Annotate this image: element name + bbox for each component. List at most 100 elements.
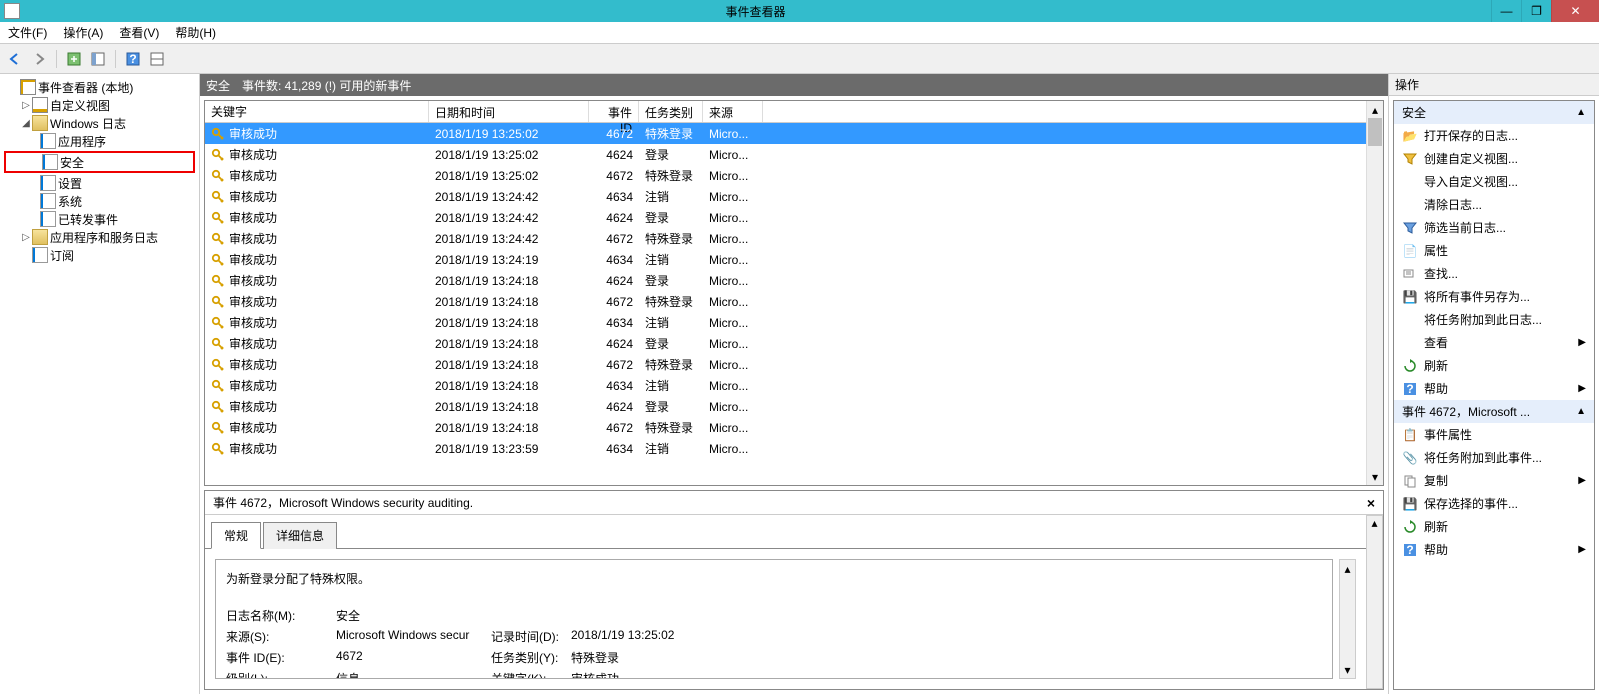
cell-category: 注销: [639, 377, 703, 394]
table-row[interactable]: 审核成功2018/1/19 13:24:424672特殊登录Micro...: [205, 228, 1366, 249]
navigation-tree[interactable]: 事件查看器 (本地) ▷自定义视图 ◢Windows 日志 应用程序 安全 设置…: [0, 74, 200, 694]
cell-datetime: 2018/1/19 13:24:42: [429, 211, 589, 225]
scroll-down-icon[interactable]: ▾: [1367, 468, 1383, 485]
table-row[interactable]: 审核成功2018/1/19 13:24:424624登录Micro...: [205, 207, 1366, 228]
action-attach-task-event[interactable]: 📎将任务附加到此事件...: [1394, 446, 1594, 469]
tree-windows-logs[interactable]: ◢Windows 日志: [4, 114, 195, 132]
action-import-view[interactable]: 导入自定义视图...: [1394, 170, 1594, 193]
action-section-event[interactable]: 事件 4672，Microsoft ...▲: [1394, 400, 1594, 423]
detail-inner-scrollbar[interactable]: ▴▾: [1339, 559, 1356, 679]
action-properties[interactable]: 📄属性: [1394, 239, 1594, 262]
table-row[interactable]: 审核成功2018/1/19 13:25:024672特殊登录Micro...: [205, 123, 1366, 144]
center-panel: 安全 事件数: 41,289 (!) 可用的新事件 关键字 日期和时间 事件 I…: [200, 74, 1389, 694]
cell-keyword: 审核成功: [229, 440, 277, 457]
action-refresh[interactable]: 刷新: [1394, 354, 1594, 377]
cell-category: 注销: [639, 251, 703, 268]
minimize-button[interactable]: —: [1491, 0, 1521, 22]
action-save-all[interactable]: 💾将所有事件另存为...: [1394, 285, 1594, 308]
cell-source: Micro...: [703, 253, 763, 267]
tree-forwarded[interactable]: 已转发事件: [4, 210, 195, 228]
col-source[interactable]: 来源: [703, 101, 763, 122]
tree-application[interactable]: 应用程序: [4, 132, 195, 150]
tab-general[interactable]: 常规: [211, 522, 261, 549]
scroll-thumb[interactable]: [1368, 118, 1382, 146]
table-row[interactable]: 审核成功2018/1/19 13:24:184624登录Micro...: [205, 333, 1366, 354]
tree-root[interactable]: 事件查看器 (本地): [4, 78, 195, 96]
action-help2[interactable]: ?帮助▶: [1394, 538, 1594, 561]
layout-button[interactable]: [146, 48, 168, 70]
table-row[interactable]: 审核成功2018/1/19 13:24:424634注销Micro...: [205, 186, 1366, 207]
table-row[interactable]: 审核成功2018/1/19 13:24:184672特殊登录Micro...: [205, 291, 1366, 312]
col-event-id[interactable]: 事件 ID: [589, 101, 639, 122]
tree-subscriptions[interactable]: 订阅: [4, 246, 195, 264]
col-category[interactable]: 任务类别: [639, 101, 703, 122]
table-row[interactable]: 审核成功2018/1/19 13:25:024624登录Micro...: [205, 144, 1366, 165]
tree-system[interactable]: 系统: [4, 192, 195, 210]
menu-view[interactable]: 查看(V): [119, 24, 159, 41]
scroll-up-icon[interactable]: ▴: [1367, 101, 1383, 118]
window-title: 事件查看器: [20, 3, 1491, 20]
action-save-selected[interactable]: 💾保存选择的事件...: [1394, 492, 1594, 515]
forward-button[interactable]: [28, 48, 50, 70]
tree-app-service[interactable]: ▷应用程序和服务日志: [4, 228, 195, 246]
back-button[interactable]: [4, 48, 26, 70]
cell-datetime: 2018/1/19 13:24:18: [429, 316, 589, 330]
svg-text:?: ?: [129, 52, 136, 66]
svg-text:?: ?: [1406, 382, 1413, 396]
show-hide-tree-button[interactable]: [63, 48, 85, 70]
col-datetime[interactable]: 日期和时间: [429, 101, 589, 122]
tab-details[interactable]: 详细信息: [263, 522, 337, 549]
tree-setup[interactable]: 设置: [4, 174, 195, 192]
action-create-view[interactable]: 创建自定义视图...: [1394, 147, 1594, 170]
refresh-icon: [1402, 519, 1418, 535]
action-clear-log[interactable]: 清除日志...: [1394, 193, 1594, 216]
tree-security[interactable]: 安全: [4, 151, 195, 173]
detail-outer-scrollbar[interactable]: ▴: [1366, 515, 1383, 689]
action-filter-log[interactable]: 筛选当前日志...: [1394, 216, 1594, 239]
action-refresh2[interactable]: 刷新: [1394, 515, 1594, 538]
table-row[interactable]: 审核成功2018/1/19 13:24:184634注销Micro...: [205, 375, 1366, 396]
action-section-security[interactable]: 安全▲: [1394, 101, 1594, 124]
action-open-saved[interactable]: 📂打开保存的日志...: [1394, 124, 1594, 147]
table-row[interactable]: 审核成功2018/1/19 13:24:184672特殊登录Micro...: [205, 417, 1366, 438]
list-scrollbar[interactable]: ▴ ▾: [1366, 101, 1383, 485]
action-copy[interactable]: 复制▶: [1394, 469, 1594, 492]
list-header[interactable]: 关键字 日期和时间 事件 ID 任务类别 来源: [205, 101, 1366, 123]
event-list[interactable]: 关键字 日期和时间 事件 ID 任务类别 来源 审核成功2018/1/19 13…: [204, 100, 1384, 486]
logged-value: 2018/1/19 13:25:02: [571, 628, 726, 645]
table-row[interactable]: 审核成功2018/1/19 13:24:184634注销Micro...: [205, 312, 1366, 333]
cell-category: 注销: [639, 314, 703, 331]
table-row[interactable]: 审核成功2018/1/19 13:24:194634注销Micro...: [205, 249, 1366, 270]
log-name-label: 日志名称(M):: [226, 607, 336, 624]
cell-source: Micro...: [703, 274, 763, 288]
table-row[interactable]: 审核成功2018/1/19 13:24:184624登录Micro...: [205, 270, 1366, 291]
table-row[interactable]: 审核成功2018/1/19 13:23:594634注销Micro...: [205, 438, 1366, 459]
level-value: 信息: [336, 670, 491, 679]
detail-close-button[interactable]: ×: [1367, 495, 1375, 511]
table-row[interactable]: 审核成功2018/1/19 13:24:184672特殊登录Micro...: [205, 354, 1366, 375]
key-icon: [211, 295, 225, 309]
action-find[interactable]: 查找...: [1394, 262, 1594, 285]
close-button[interactable]: ✕: [1551, 0, 1599, 22]
cell-datetime: 2018/1/19 13:24:18: [429, 295, 589, 309]
help-icon-button[interactable]: ?: [122, 48, 144, 70]
action-event-props[interactable]: 📋事件属性: [1394, 423, 1594, 446]
cell-category: 注销: [639, 440, 703, 457]
menu-help[interactable]: 帮助(H): [175, 24, 216, 41]
cell-category: 特殊登录: [639, 356, 703, 373]
category-value: 特殊登录: [571, 649, 726, 666]
maximize-button[interactable]: ❐: [1521, 0, 1551, 22]
col-keyword[interactable]: 关键字: [205, 101, 429, 122]
app-icon: [4, 3, 20, 19]
menu-file[interactable]: 文件(F): [8, 24, 47, 41]
help-icon: ?: [1402, 381, 1418, 397]
table-row[interactable]: 审核成功2018/1/19 13:25:024672特殊登录Micro...: [205, 165, 1366, 186]
panel-button[interactable]: [87, 48, 109, 70]
menu-action[interactable]: 操作(A): [63, 24, 103, 41]
refresh-icon: [1402, 358, 1418, 374]
table-row[interactable]: 审核成功2018/1/19 13:24:184624登录Micro...: [205, 396, 1366, 417]
tree-custom-views[interactable]: ▷自定义视图: [4, 96, 195, 114]
action-help[interactable]: ?帮助▶: [1394, 377, 1594, 400]
action-view[interactable]: 查看▶: [1394, 331, 1594, 354]
action-attach-task[interactable]: 将任务附加到此日志...: [1394, 308, 1594, 331]
